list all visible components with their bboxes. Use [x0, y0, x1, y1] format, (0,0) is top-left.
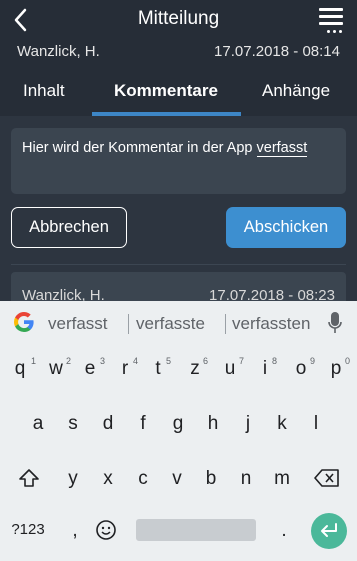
suggestion-1[interactable]: verfasst	[48, 314, 108, 334]
key-u[interactable]: u7	[221, 356, 244, 380]
suggestion-divider	[128, 314, 129, 334]
google-g-icon[interactable]	[12, 310, 36, 334]
key-d[interactable]: d	[98, 413, 118, 435]
key-l[interactable]: l	[306, 413, 326, 435]
backspace-key[interactable]	[313, 468, 341, 492]
active-tab-indicator	[92, 112, 241, 116]
key-o[interactable]: o9	[292, 356, 315, 380]
backspace-icon	[314, 469, 339, 487]
suggestion-divider	[225, 314, 226, 334]
suggestion-strip: verfasst verfasste verfassten	[0, 301, 357, 345]
microphone-icon[interactable]	[328, 311, 342, 335]
key-p[interactable]: p0	[327, 356, 350, 380]
key-f[interactable]: f	[133, 413, 153, 435]
key-j[interactable]: j	[238, 413, 258, 435]
message-meta: Wanzlick, H. 17.07.2018 - 08:14	[0, 40, 357, 66]
key-h[interactable]: h	[203, 413, 223, 435]
comment-input[interactable]: Hier wird der Kommentar in der App verfa…	[11, 128, 346, 194]
key-i[interactable]: i8	[258, 356, 277, 380]
key-v[interactable]: v	[168, 468, 186, 490]
key-x[interactable]: x	[99, 468, 117, 490]
top-app-bar: Mitteilung	[0, 0, 357, 40]
space-bar[interactable]	[136, 519, 256, 541]
key-y[interactable]: y	[64, 468, 82, 490]
divider	[11, 264, 346, 265]
key-m[interactable]: m	[272, 468, 292, 490]
key-k[interactable]: k	[272, 413, 292, 435]
key-e[interactable]: e3	[80, 356, 105, 380]
key-g[interactable]: g	[168, 413, 188, 435]
suggestion-2[interactable]: verfasste	[136, 314, 205, 334]
tab-anhaenge[interactable]: Anhänge	[262, 81, 330, 101]
key-b[interactable]: b	[202, 468, 220, 490]
period-key[interactable]: .	[279, 520, 289, 542]
emoji-key[interactable]	[94, 519, 118, 543]
enter-button[interactable]	[311, 513, 347, 549]
symbols-key[interactable]: ?123	[8, 521, 48, 538]
comment-text: Hier wird der Kommentar in der App	[22, 140, 257, 156]
composing-word: verfasst	[256, 140, 308, 157]
key-t[interactable]: t5	[150, 356, 171, 380]
tab-inhalt[interactable]: Inhalt	[23, 81, 65, 101]
key-w[interactable]: w2	[44, 356, 71, 380]
key-a[interactable]: a	[28, 413, 48, 435]
message-date: 17.07.2018 - 08:14	[214, 43, 340, 60]
key-s[interactable]: s	[63, 413, 83, 435]
message-author: Wanzlick, H.	[17, 43, 100, 60]
menu-button[interactable]	[317, 4, 347, 36]
shift-key[interactable]	[16, 467, 42, 491]
tab-bar: Inhalt Kommentare Anhänge	[0, 66, 357, 116]
key-c[interactable]: c	[134, 468, 152, 490]
page-title: Mitteilung	[137, 8, 220, 29]
suggestion-3[interactable]: verfassten	[232, 314, 310, 334]
key-r[interactable]: r4	[117, 356, 138, 380]
shift-arrow-icon	[19, 469, 39, 487]
cancel-button[interactable]: Abbrechen	[11, 207, 127, 248]
key-q[interactable]: q1	[8, 356, 36, 380]
key-z[interactable]: z6	[187, 356, 208, 380]
send-button[interactable]: Abschicken	[226, 207, 346, 248]
comma-key[interactable]: ,	[70, 520, 80, 542]
enter-arrow-icon	[321, 523, 337, 537]
smiley-icon	[96, 520, 116, 540]
soft-keyboard: verfasst verfasste verfassten q1 w2 e3 r…	[0, 301, 357, 561]
key-n[interactable]: n	[237, 468, 255, 490]
app-root: Mitteilung Wanzlick, H. 17.07.2018 - 08:…	[0, 0, 357, 561]
tab-kommentare[interactable]: Kommentare	[114, 81, 218, 101]
comment-card[interactable]: Wanzlick, H. 17.07.2018 - 08:23	[11, 272, 346, 304]
